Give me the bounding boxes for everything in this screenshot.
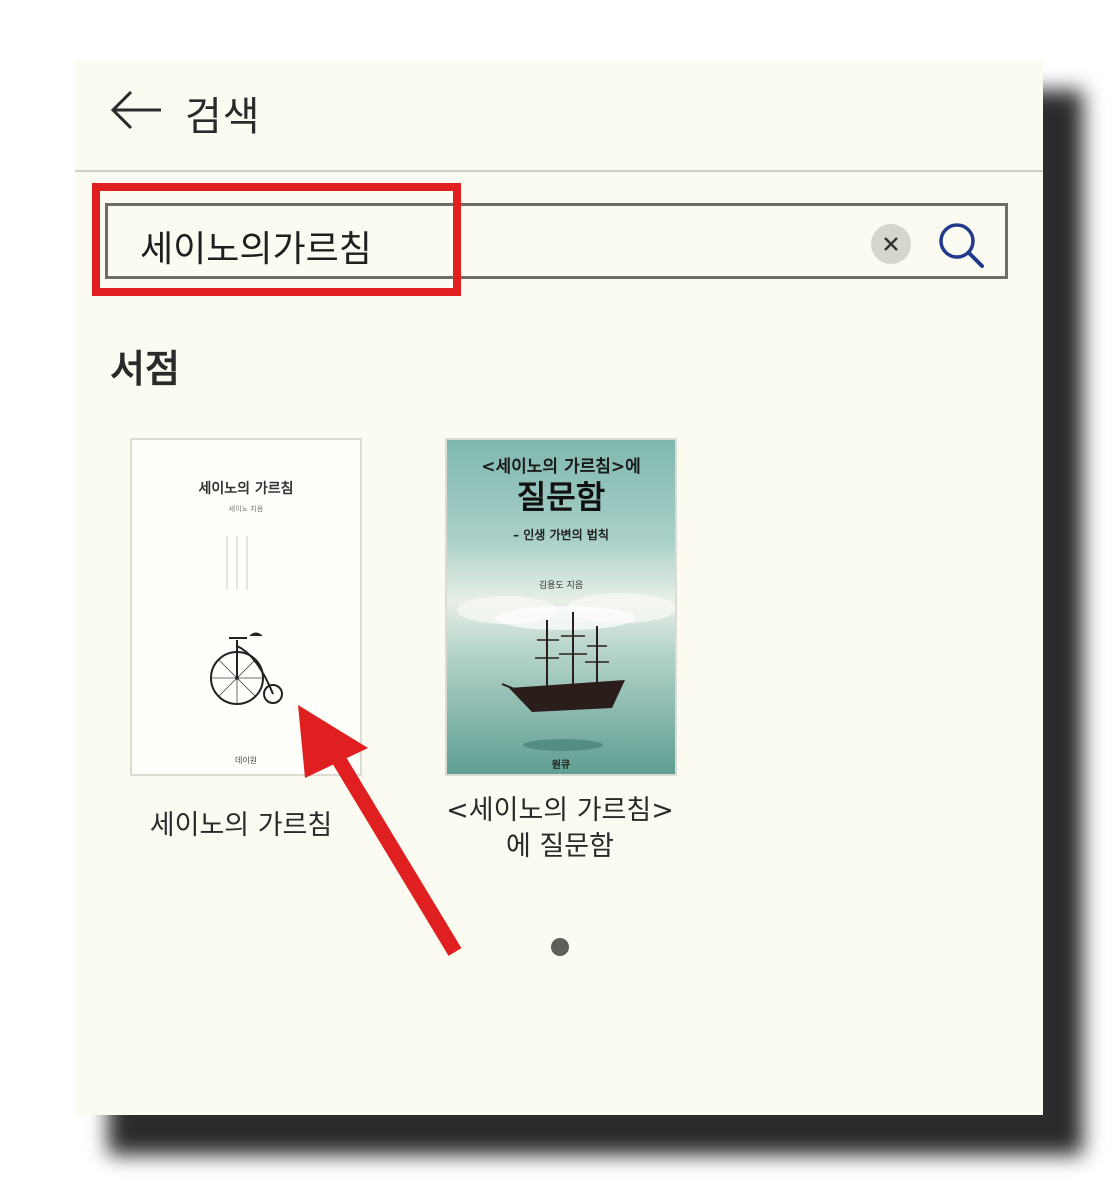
book-title-2-line2: 에 질문함 [506, 831, 614, 862]
section-title: 서점 [110, 347, 180, 391]
penny-farthing-bicycle-icon [210, 536, 283, 705]
book-title-2[interactable]: <세이노의 가르침> 에 질문함 [425, 793, 695, 865]
back-button[interactable] [105, 82, 167, 138]
search-button[interactable] [934, 218, 988, 272]
search-screen: 검색 세이노의가르침 서점 세이노의 가르침 세이노 지음 데이원 세이노의 가… [75, 60, 1043, 1115]
search-icon [939, 223, 984, 268]
page-indicator-dot[interactable] [551, 938, 569, 956]
cover-publisher: 원큐 [551, 760, 571, 771]
close-icon [884, 237, 898, 251]
clear-search-button[interactable] [871, 224, 911, 264]
book-title-1[interactable]: 세이노의 가르침 [115, 808, 367, 844]
book-cover-1[interactable]: 세이노의 가르침 세이노 지음 데이원 [130, 438, 362, 776]
sailing-ship-icon [457, 593, 675, 751]
search-input[interactable]: 세이노의가르침 [105, 203, 1008, 279]
book-cover-2[interactable]: <세이노의 가르침>에 질문함 – 인생 가변의 법칙 김용도 지음 원큐 [445, 438, 677, 776]
search-input-value[interactable]: 세이노의가르침 [140, 220, 372, 272]
cover-publisher: 데이원 [234, 756, 258, 765]
arrow-left-icon [110, 90, 161, 130]
page-title: 검색 [185, 94, 261, 140]
book-title-2-line1: <세이노의 가르침> [446, 795, 674, 826]
header: 검색 [75, 60, 1043, 172]
